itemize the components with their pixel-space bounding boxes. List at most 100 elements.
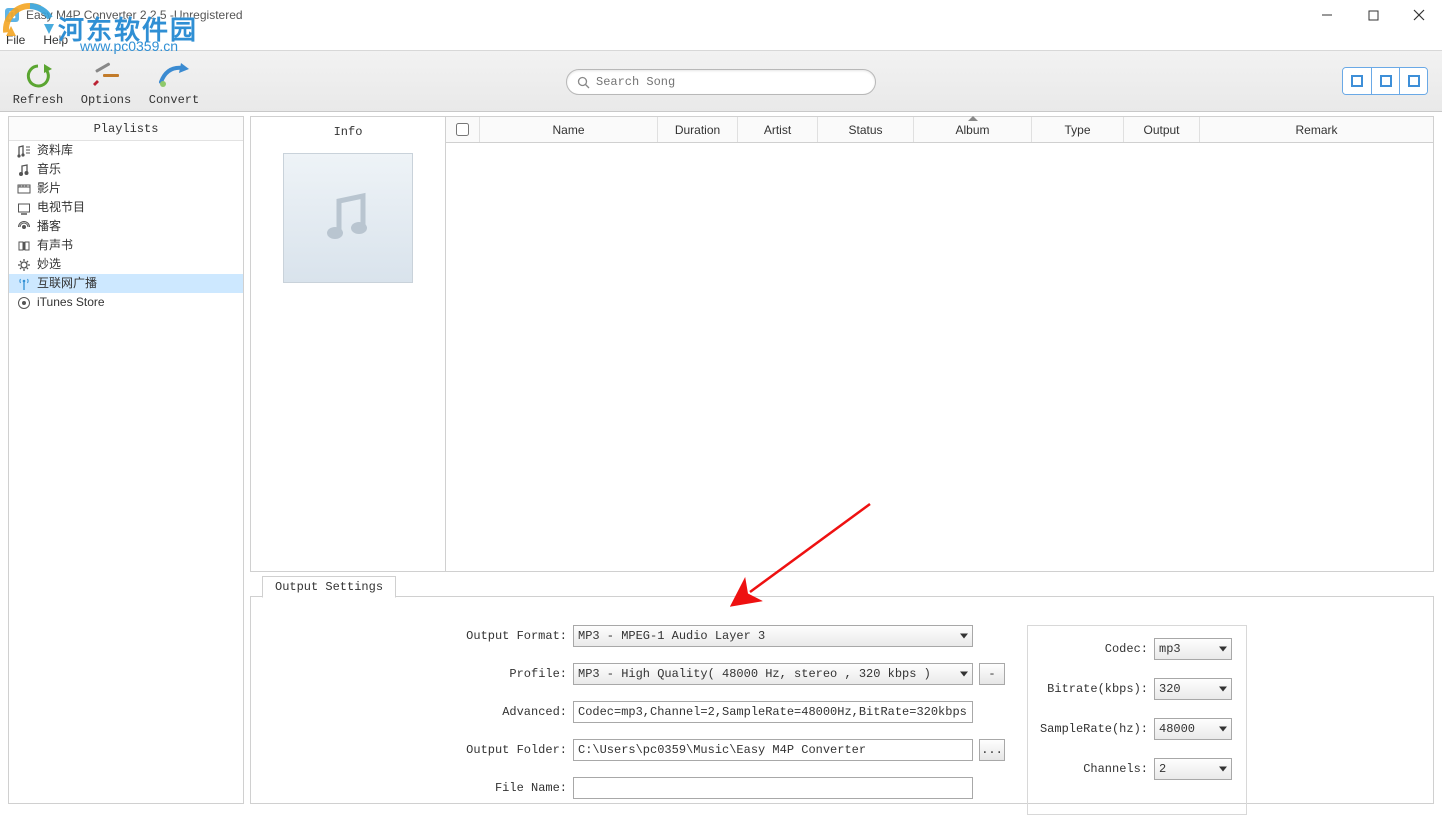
table-body (446, 143, 1433, 571)
browse-folder-button[interactable]: ... (979, 739, 1005, 761)
output-format-value: MP3 - MPEG-1 Audio Layer 3 (578, 629, 765, 643)
info-panel: Info (251, 117, 445, 571)
refresh-button[interactable]: Refresh (8, 55, 68, 107)
output-folder-label: Output Folder: (447, 743, 567, 757)
right-settings: Codec: mp3 Bitrate(kbps): 320 (1027, 625, 1247, 815)
maximize-button[interactable] (1350, 0, 1396, 30)
column-album[interactable]: Album (914, 117, 1032, 142)
profile-label: Profile: (447, 667, 567, 681)
view-toggle-2[interactable] (1371, 68, 1399, 94)
view-toggle-1[interactable] (1343, 68, 1371, 94)
sidebar-item-label: 播客 (37, 217, 61, 236)
sidebar-item-label: 资料库 (37, 141, 73, 160)
options-icon (89, 59, 123, 93)
music-note-icon (313, 183, 383, 253)
search-input[interactable] (596, 75, 865, 89)
toolbar: Refresh Options Convert (0, 50, 1442, 112)
sidebar-item-gear[interactable]: 妙选 (9, 255, 243, 274)
column-status[interactable]: Status (818, 117, 914, 142)
audiobook-icon (15, 239, 33, 253)
options-button[interactable]: Options (76, 55, 136, 107)
sidebar-item-label: 有声书 (37, 236, 73, 255)
upper-panel: Info Name Duration Artist (250, 116, 1434, 572)
track-table: Name Duration Artist Status Album Type O… (445, 117, 1433, 571)
sidebar-item-radio[interactable]: 互联网广播 (9, 274, 243, 293)
column-artist[interactable]: Artist (738, 117, 818, 142)
profile-value: MP3 - High Quality( 48000 Hz, stereo , 3… (578, 667, 931, 681)
sidebar-item-store[interactable]: iTunes Store (9, 293, 243, 312)
sidebar-item-label: 妙选 (37, 255, 61, 274)
sidebar-item-label: 音乐 (37, 160, 61, 179)
samplerate-value: 48000 (1159, 722, 1195, 736)
sidebar-header: Playlists (9, 117, 243, 141)
profile-minus-button[interactable]: - (979, 663, 1005, 685)
chevron-down-icon (960, 634, 968, 639)
output-format-label: Output Format: (447, 629, 567, 643)
sidebar-item-podcast[interactable]: 播客 (9, 217, 243, 236)
output-format-combo[interactable]: MP3 - MPEG-1 Audio Layer 3 (573, 625, 973, 647)
column-duration[interactable]: Duration (658, 117, 738, 142)
column-checkbox[interactable] (446, 117, 480, 142)
chevron-down-icon (1219, 647, 1227, 652)
menu-bar: File Help (0, 30, 1442, 50)
store-icon (15, 296, 33, 310)
chevron-down-icon (960, 672, 968, 677)
left-settings: Output Format: MP3 - MPEG-1 Audio Layer … (267, 625, 1027, 815)
sidebar-item-movie[interactable]: 影片 (9, 179, 243, 198)
channels-value: 2 (1159, 762, 1166, 776)
chevron-down-icon (1219, 687, 1227, 692)
column-name[interactable]: Name (480, 117, 658, 142)
sidebar-item-label: 影片 (37, 179, 61, 198)
sidebar-item-audiobook[interactable]: 有声书 (9, 236, 243, 255)
refresh-label: Refresh (13, 93, 63, 107)
sidebar: Playlists 资料库音乐影片电视节目播客有声书妙选互联网广播iTunes … (8, 116, 244, 804)
column-output[interactable]: Output (1124, 117, 1200, 142)
filename-field[interactable] (573, 777, 973, 799)
column-remark[interactable]: Remark (1200, 117, 1433, 142)
convert-button[interactable]: Convert (144, 55, 204, 107)
view-toggle-group (1342, 67, 1428, 95)
profile-combo[interactable]: MP3 - High Quality( 48000 Hz, stereo , 3… (573, 663, 973, 685)
sidebar-item-music[interactable]: 音乐 (9, 160, 243, 179)
sidebar-item-label: 电视节目 (37, 198, 85, 217)
info-header: Info (334, 121, 363, 143)
search-box[interactable] (566, 69, 876, 95)
sidebar-item-library[interactable]: 资料库 (9, 141, 243, 160)
chevron-down-icon (1219, 767, 1227, 772)
app-icon (4, 7, 20, 23)
title-bar: Easy M4P Converter 2.2.5 -Unregistered (0, 0, 1442, 30)
codec-combo[interactable]: mp3 (1154, 638, 1232, 660)
advanced-field[interactable]: Codec=mp3,Channel=2,SampleRate=48000Hz,B… (573, 701, 973, 723)
menu-help[interactable]: Help (43, 33, 68, 47)
tv-icon (15, 201, 33, 215)
bitrate-label: Bitrate(kbps): (1038, 682, 1148, 696)
minimize-button[interactable] (1304, 0, 1350, 30)
output-settings-tab[interactable]: Output Settings (262, 576, 396, 598)
convert-icon (157, 59, 191, 93)
channels-label: Channels: (1038, 762, 1148, 776)
movie-icon (15, 182, 33, 196)
library-icon (15, 144, 33, 158)
column-type[interactable]: Type (1032, 117, 1124, 142)
sidebar-item-label: iTunes Store (37, 293, 105, 312)
podcast-icon (15, 220, 33, 234)
channels-combo[interactable]: 2 (1154, 758, 1232, 780)
samplerate-label: SampleRate(hz): (1038, 722, 1148, 736)
output-settings-wrap: Output Settings Output Format: MP3 - MPE… (250, 576, 1434, 804)
view-toggle-3[interactable] (1399, 68, 1427, 94)
codec-value: mp3 (1159, 642, 1181, 656)
menu-file[interactable]: File (6, 33, 25, 47)
advanced-label: Advanced: (447, 705, 567, 719)
options-label: Options (81, 93, 131, 107)
playlist-list: 资料库音乐影片电视节目播客有声书妙选互联网广播iTunes Store (9, 141, 243, 803)
search-icon (577, 76, 590, 89)
samplerate-combo[interactable]: 48000 (1154, 718, 1232, 740)
bitrate-combo[interactable]: 320 (1154, 678, 1232, 700)
output-folder-field[interactable]: C:\Users\pc0359\Music\Easy M4P Converter (573, 739, 973, 761)
sidebar-item-tv[interactable]: 电视节目 (9, 198, 243, 217)
close-button[interactable] (1396, 0, 1442, 30)
select-all-checkbox[interactable] (456, 123, 469, 136)
convert-label: Convert (149, 93, 199, 107)
filename-label: File Name: (447, 781, 567, 795)
radio-icon (15, 277, 33, 291)
